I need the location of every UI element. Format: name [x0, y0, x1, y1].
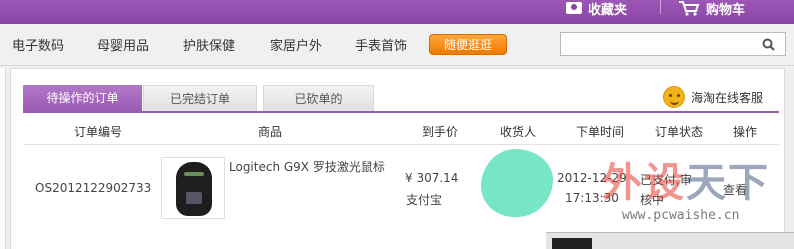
- search-box: [560, 32, 786, 56]
- top-header-bar: 收藏夹 购物车: [0, 0, 794, 24]
- header-divider: [660, 0, 661, 14]
- site-watermark: 外设天下 www.pcwaishe.cn: [598, 150, 794, 236]
- watermark-url: www.pcwaishe.cn: [622, 208, 740, 223]
- column-order-id: 订单编号: [73, 125, 123, 139]
- nav-item-skincare[interactable]: 护肤保健: [183, 35, 235, 54]
- tab-completed-orders[interactable]: 已完结订单: [143, 85, 257, 112]
- favorites-label: 收藏夹: [588, 2, 628, 18]
- left-sidebar-edge: [0, 68, 6, 249]
- support-avatar-icon: [663, 86, 685, 108]
- product-name[interactable]: Logitech G9X 罗技激光鼠标: [229, 158, 385, 175]
- nav-item-home-outdoor[interactable]: 家居户外: [270, 35, 322, 54]
- watermark-dark: 天下: [686, 160, 770, 206]
- nav-item-electronics[interactable]: 电子数码: [12, 35, 64, 54]
- order-id[interactable]: OS2012122902733: [35, 181, 151, 195]
- table-header: 订单编号 商品 到手价 收货人 下单时间 订单状态 操作: [23, 115, 779, 145]
- tab-cancelled-orders[interactable]: 已砍单的: [263, 85, 374, 112]
- nav-item-watches-jewelry[interactable]: 手表首饰: [355, 35, 407, 54]
- browse-random-button[interactable]: 随便逛逛: [429, 34, 507, 55]
- column-status: 订单状态: [654, 125, 704, 139]
- tab-underline: [23, 111, 779, 113]
- overlay-block: [552, 238, 592, 249]
- search-input[interactable]: [565, 36, 755, 52]
- payment-method: 支付宝: [406, 193, 443, 207]
- redacted-recipient: [481, 149, 553, 217]
- cart-icon: [679, 0, 700, 16]
- favorites-link[interactable]: 收藏夹: [566, 0, 628, 18]
- category-nav: 电子数码 母婴用品 护肤保健 家居户外 手表首饰 随便逛逛: [0, 24, 794, 66]
- support-label: 海淘在线客服: [691, 90, 764, 105]
- column-actions: 操作: [732, 125, 758, 139]
- favorites-icon: [566, 2, 582, 14]
- online-support-link[interactable]: 海淘在线客服: [663, 86, 763, 108]
- cart-link[interactable]: 购物车: [678, 0, 746, 18]
- column-product: 商品: [257, 125, 283, 139]
- product-thumbnail[interactable]: [161, 157, 225, 219]
- nav-item-baby[interactable]: 母婴用品: [97, 35, 149, 54]
- column-recipient: 收货人: [499, 125, 537, 139]
- column-price: 到手价: [421, 125, 459, 139]
- search-icon[interactable]: [762, 38, 775, 51]
- order-price: ¥ 307.14: [405, 171, 459, 185]
- tab-pending-orders[interactable]: 待操作的订单: [23, 85, 142, 112]
- mouse-product-image: [176, 162, 212, 216]
- column-order-time: 下单时间: [575, 125, 625, 139]
- bottom-overlay-bar: [546, 232, 794, 249]
- watermark-logo-text: 外设天下: [602, 150, 770, 208]
- watermark-red: 外设: [602, 160, 686, 206]
- cart-label: 购物车: [706, 2, 746, 18]
